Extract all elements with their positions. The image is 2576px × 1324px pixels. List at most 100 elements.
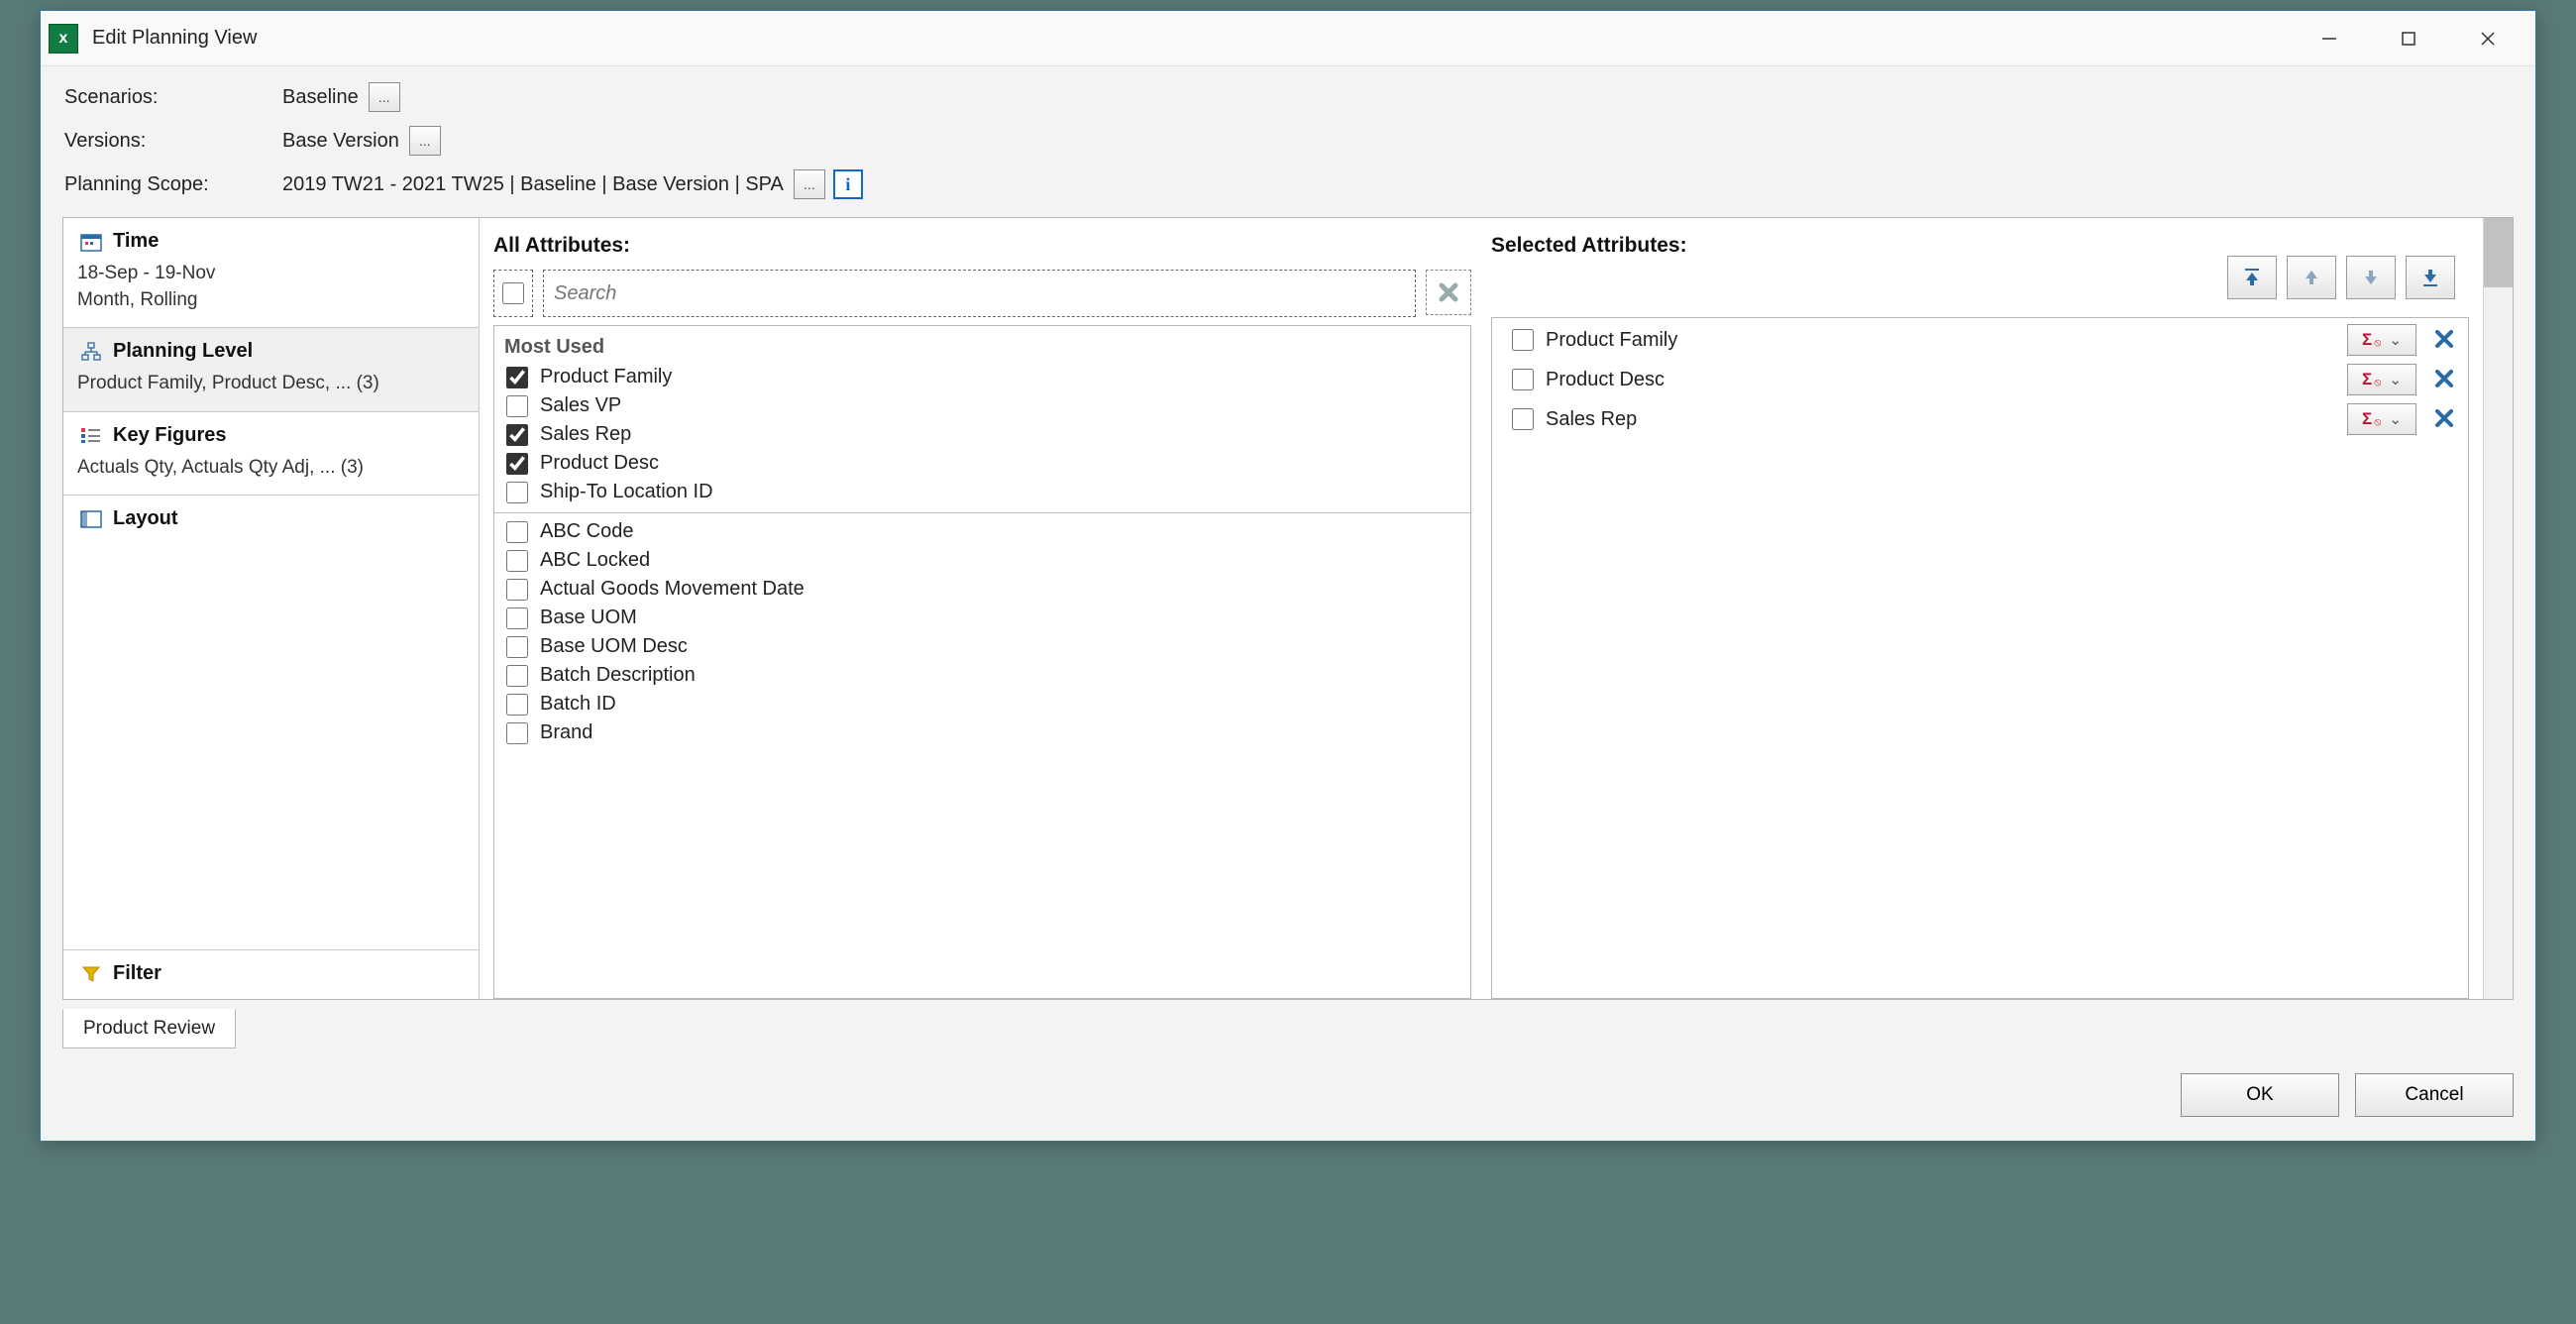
attribute-item[interactable]: Sales Rep xyxy=(504,420,1464,449)
selected-attribute-checkbox[interactable] xyxy=(1512,329,1534,351)
attribute-label: Batch ID xyxy=(540,693,616,716)
aggregation-dropdown[interactable]: Σ⦸⌄ xyxy=(2347,403,2416,435)
selected-attribute-checkbox[interactable] xyxy=(1512,369,1534,390)
attribute-item[interactable]: Batch Description xyxy=(504,661,1464,690)
maximize-button[interactable] xyxy=(2369,12,2448,65)
window-title: Edit Planning View xyxy=(92,27,257,50)
attribute-item[interactable]: Sales VP xyxy=(504,391,1464,420)
scenarios-value: Baseline xyxy=(282,86,359,109)
titlebar: x Edit Planning View xyxy=(41,11,2535,66)
info-icon[interactable]: i xyxy=(833,169,863,199)
attribute-item[interactable]: Base UOM Desc xyxy=(504,632,1464,661)
all-attributes-column: All Attributes: Most UsedProduct FamilyS… xyxy=(493,234,1471,999)
aggregation-dropdown[interactable]: Σ⦸⌄ xyxy=(2347,324,2416,356)
clear-search-button[interactable] xyxy=(1426,270,1471,315)
close-button[interactable] xyxy=(2448,12,2527,65)
attribute-checkbox[interactable] xyxy=(506,395,528,417)
select-all-checkbox[interactable] xyxy=(502,282,524,304)
nav-time-title: Time xyxy=(113,230,159,253)
nav-key-figures-title: Key Figures xyxy=(113,424,226,447)
nav-section-layout[interactable]: Layout xyxy=(63,496,479,950)
minimize-button[interactable] xyxy=(2290,12,2369,65)
selected-attribute-label: Product Desc xyxy=(1546,369,2347,391)
cancel-button[interactable]: Cancel xyxy=(2355,1073,2514,1117)
remove-attribute-button[interactable] xyxy=(2434,404,2454,435)
body-panel: Time 18-Sep - 19-Nov Month, Rolling Plan… xyxy=(62,217,2514,1000)
attribute-checkbox[interactable] xyxy=(506,694,528,716)
list-divider xyxy=(494,512,1470,513)
attribute-checkbox[interactable] xyxy=(506,521,528,543)
attribute-item[interactable]: ABC Locked xyxy=(504,546,1464,575)
selected-attribute-checkbox[interactable] xyxy=(1512,408,1534,430)
attribute-label: Actual Goods Movement Date xyxy=(540,578,805,601)
attribute-item[interactable]: ABC Code xyxy=(504,517,1464,546)
nav-section-time[interactable]: Time 18-Sep - 19-Nov Month, Rolling xyxy=(63,218,479,328)
attribute-item[interactable]: Brand xyxy=(504,718,1464,747)
planning-scope-browse-button[interactable]: ... xyxy=(794,169,825,199)
move-top-button[interactable] xyxy=(2227,256,2277,299)
versions-label: Versions: xyxy=(64,130,282,153)
remove-attribute-button[interactable] xyxy=(2434,365,2454,395)
attribute-checkbox[interactable] xyxy=(506,636,528,658)
attribute-checkbox[interactable] xyxy=(506,453,528,475)
attribute-checkbox[interactable] xyxy=(506,367,528,388)
attribute-checkbox[interactable] xyxy=(506,550,528,572)
remove-attribute-button[interactable] xyxy=(2434,325,2454,356)
attribute-checkbox[interactable] xyxy=(506,722,528,744)
all-attributes-listbox: Most UsedProduct FamilySales VPSales Rep… xyxy=(493,325,1471,999)
attribute-label: Ship-To Location ID xyxy=(540,481,713,503)
attribute-item[interactable]: Batch ID xyxy=(504,690,1464,718)
selected-attributes-listbox: Product FamilyΣ⦸⌄Product DescΣ⦸⌄Sales Re… xyxy=(1491,317,2469,999)
scenarios-browse-button[interactable]: ... xyxy=(369,82,400,112)
nav-filter-title: Filter xyxy=(113,962,161,985)
attribute-checkbox[interactable] xyxy=(506,579,528,601)
selected-attribute-item[interactable]: Product DescΣ⦸⌄ xyxy=(1502,360,2462,399)
attribute-item[interactable]: Ship-To Location ID xyxy=(504,478,1464,506)
nav-section-key-figures[interactable]: Key Figures Actuals Qty, Actuals Qty Adj… xyxy=(63,412,479,496)
selected-attribute-item[interactable]: Product FamilyΣ⦸⌄ xyxy=(1502,320,2462,360)
versions-browse-button[interactable]: ... xyxy=(409,126,441,156)
select-all-checkbox-wrap[interactable] xyxy=(493,270,533,317)
move-bottom-button[interactable] xyxy=(2406,256,2455,299)
tab-product-review[interactable]: Product Review xyxy=(62,1009,236,1048)
attribute-item[interactable]: Product Family xyxy=(504,363,1464,391)
search-wrap xyxy=(543,270,1416,317)
aggregation-dropdown[interactable]: Σ⦸⌄ xyxy=(2347,364,2416,395)
reorder-buttons xyxy=(2227,256,2455,299)
all-attributes-list[interactable]: Most UsedProduct FamilySales VPSales Rep… xyxy=(494,326,1470,998)
tab-strip: Product Review xyxy=(41,1009,2535,1048)
attribute-label: Sales Rep xyxy=(540,423,631,446)
filter-icon xyxy=(77,963,105,985)
attribute-checkbox[interactable] xyxy=(506,665,528,687)
nav-time-line2: Month, Rolling xyxy=(77,287,465,314)
nav-key-figures-sub: Actuals Qty, Actuals Qty Adj, ... (3) xyxy=(77,455,465,482)
move-up-button[interactable] xyxy=(2287,256,2336,299)
attribute-item[interactable]: Actual Goods Movement Date xyxy=(504,575,1464,604)
attribute-label: Product Family xyxy=(540,366,672,388)
move-down-button[interactable] xyxy=(2346,256,2396,299)
attribute-checkbox[interactable] xyxy=(506,424,528,446)
panel-scrollbar[interactable] xyxy=(2483,218,2513,999)
nav-planning-level-title: Planning Level xyxy=(113,340,253,363)
ok-button[interactable]: OK xyxy=(2181,1073,2339,1117)
left-nav: Time 18-Sep - 19-Nov Month, Rolling Plan… xyxy=(63,218,480,999)
selected-attribute-item[interactable]: Sales RepΣ⦸⌄ xyxy=(1502,399,2462,439)
nav-section-filter[interactable]: Filter xyxy=(63,950,479,999)
attribute-label: Base UOM Desc xyxy=(540,635,688,658)
header-settings: Scenarios: Baseline ... Versions: Base V… xyxy=(41,66,2535,217)
selected-attributes-list[interactable]: Product FamilyΣ⦸⌄Product DescΣ⦸⌄Sales Re… xyxy=(1492,318,2468,998)
edit-planning-view-dialog: x Edit Planning View Scenarios: Baseline… xyxy=(40,10,2536,1142)
attribute-label: Batch Description xyxy=(540,664,696,687)
all-attributes-heading: All Attributes: xyxy=(493,234,1471,258)
scrollbar-thumb[interactable] xyxy=(2484,218,2513,287)
search-input[interactable] xyxy=(544,272,1415,315)
planning-scope-label: Planning Scope: xyxy=(64,173,282,196)
versions-value: Base Version xyxy=(282,130,399,153)
attribute-checkbox[interactable] xyxy=(506,607,528,629)
attribute-item[interactable]: Product Desc xyxy=(504,449,1464,478)
attribute-item[interactable]: Base UOM xyxy=(504,604,1464,632)
attribute-checkbox[interactable] xyxy=(506,482,528,503)
nav-planning-level-sub: Product Family, Product Desc, ... (3) xyxy=(77,371,465,397)
planning-scope-value: 2019 TW21 - 2021 TW25 | Baseline | Base … xyxy=(282,173,784,196)
nav-section-planning-level[interactable]: Planning Level Product Family, Product D… xyxy=(63,328,479,412)
